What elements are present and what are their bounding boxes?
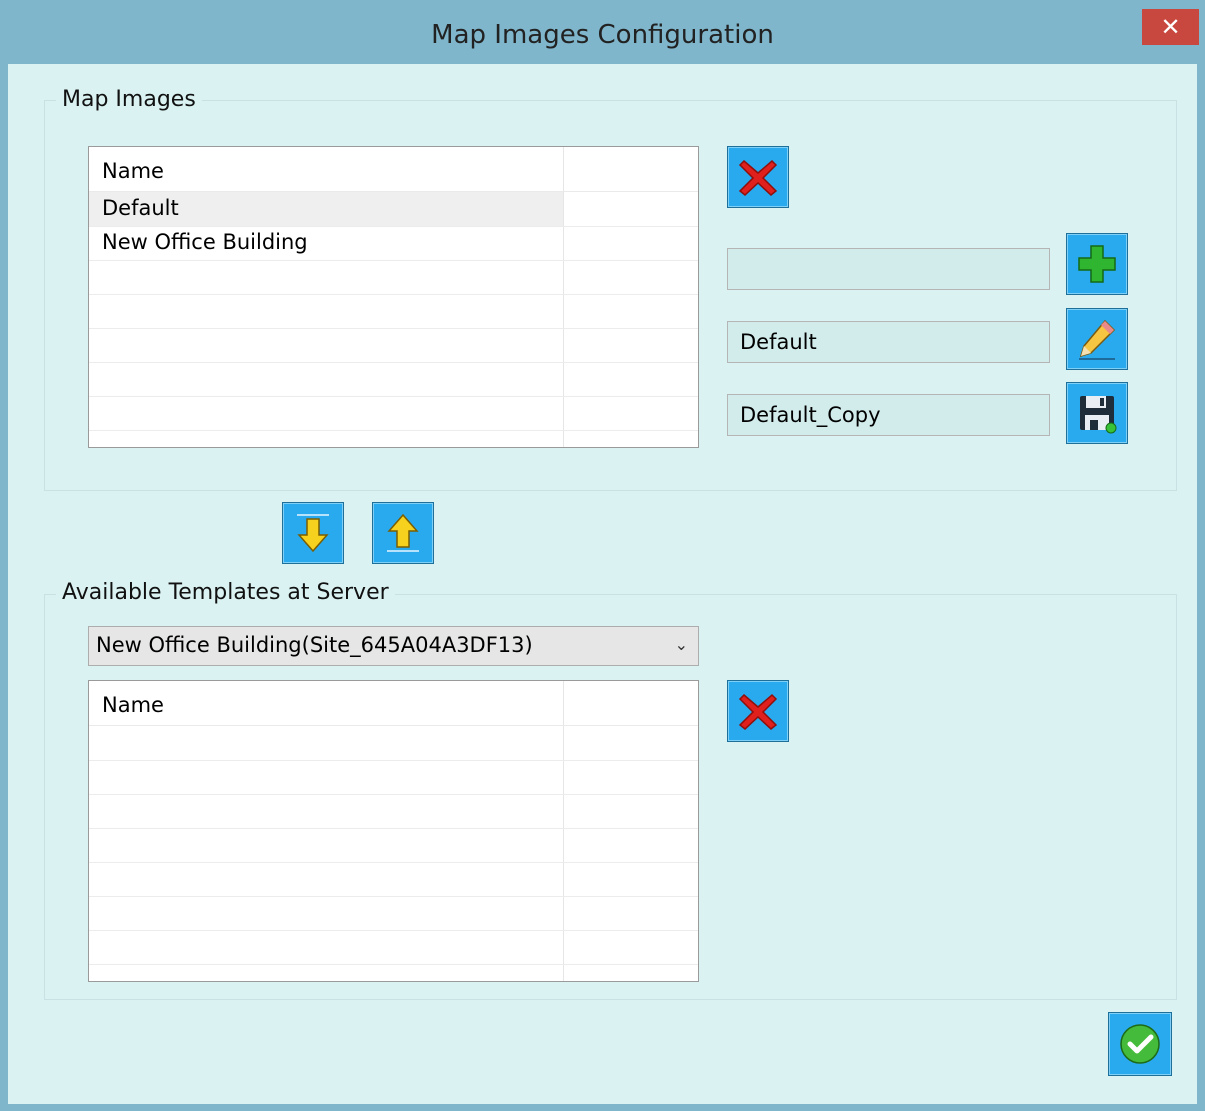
list-item[interactable] <box>89 930 698 965</box>
move-down-button[interactable] <box>282 502 344 564</box>
rename-image-input[interactable]: Default <box>727 321 1050 363</box>
templates-list[interactable]: Name <box>88 680 699 982</box>
green-check-icon <box>1120 1024 1160 1064</box>
close-button[interactable]: ✕ <box>1142 9 1199 45</box>
list-item[interactable] <box>89 294 698 329</box>
map-images-list[interactable]: Name Default New Office Building <box>88 146 699 448</box>
map-images-group-label: Map Images <box>56 87 202 112</box>
red-x-icon <box>738 159 778 196</box>
list-item[interactable] <box>89 760 698 795</box>
list-item[interactable] <box>89 794 698 829</box>
pencil-icon <box>1079 319 1116 360</box>
delete-map-image-button[interactable] <box>727 146 789 208</box>
red-x-icon <box>738 693 778 730</box>
arrow-up-icon <box>387 513 419 552</box>
list-header: Name <box>89 681 698 726</box>
site-select[interactable]: New Office Building(Site_645A04A3DF13) ⌄ <box>88 626 699 666</box>
list-item[interactable] <box>89 260 698 295</box>
green-plus-icon <box>1078 245 1116 283</box>
new-image-name-input[interactable] <box>727 248 1050 290</box>
column-header-name[interactable]: Name <box>102 159 164 183</box>
list-item[interactable] <box>89 896 698 931</box>
list-item[interactable] <box>89 828 698 863</box>
copy-image-input[interactable]: Default_Copy <box>727 394 1050 436</box>
ok-button[interactable] <box>1108 1012 1172 1076</box>
chevron-down-icon: ⌄ <box>674 635 688 654</box>
add-map-image-button[interactable] <box>1066 233 1128 295</box>
column-header-name[interactable]: Name <box>102 693 164 717</box>
site-select-value: New Office Building(Site_645A04A3DF13) <box>96 633 533 657</box>
rename-map-image-button[interactable] <box>1066 308 1128 370</box>
list-item[interactable] <box>89 362 698 397</box>
list-item[interactable]: Default <box>89 192 698 227</box>
delete-template-button[interactable] <box>727 680 789 742</box>
arrow-down-icon <box>297 514 329 553</box>
dialog-content: Map Images Name Default New Office Build… <box>8 64 1197 1104</box>
floppy-disk-icon <box>1080 396 1117 434</box>
list-item[interactable] <box>89 396 698 431</box>
templates-group-label: Available Templates at Server <box>56 580 395 605</box>
list-item[interactable]: New Office Building <box>89 226 698 261</box>
list-item[interactable] <box>89 726 698 761</box>
save-copy-button[interactable] <box>1066 382 1128 444</box>
list-item[interactable] <box>89 328 698 363</box>
list-item[interactable] <box>89 862 698 897</box>
move-up-button[interactable] <box>372 502 434 564</box>
list-header: Name <box>89 147 698 192</box>
title-bar: Map Images Configuration ✕ <box>0 0 1205 64</box>
window-title: Map Images Configuration <box>431 20 774 50</box>
dialog-window: Map Images Configuration ✕ Map Images Na… <box>0 0 1205 1111</box>
